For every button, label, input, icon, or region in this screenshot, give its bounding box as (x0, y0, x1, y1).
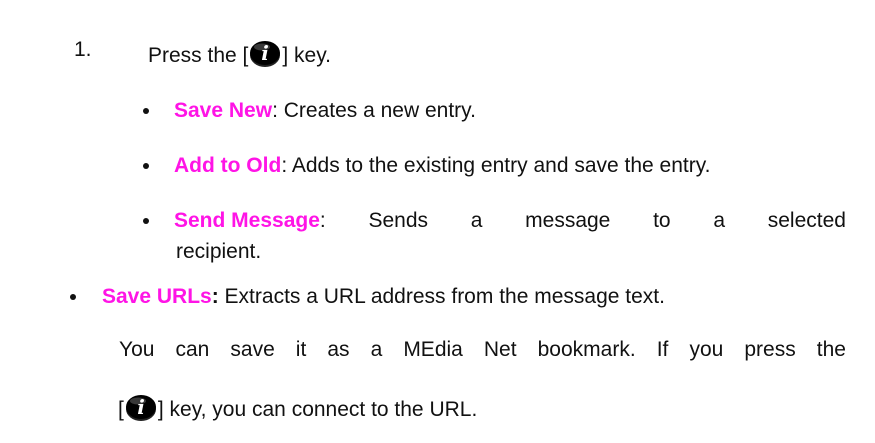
option-send-message: Send Message: Sends a message to a selec… (174, 209, 846, 233)
save-urls-label: Save URLs (102, 285, 212, 308)
word: You (119, 338, 155, 361)
word: you (689, 338, 724, 361)
word: bookmark. (537, 338, 636, 361)
word: If (656, 338, 669, 361)
word: selected (767, 209, 846, 232)
word: it (295, 338, 307, 361)
word: message (525, 209, 611, 232)
step-text-before: Press the [ (148, 44, 249, 67)
save-urls-line2: You can save it as a MEdia Net bookmark.… (119, 338, 846, 362)
word: can (175, 338, 210, 361)
word: the (816, 338, 846, 361)
bullet-save-new (143, 108, 149, 114)
save-urls-text: Extracts a URL address from the message … (218, 285, 665, 308)
option-desc-add-to-old: : Adds to the existing entry and save th… (281, 154, 711, 177)
step-text-after: ] key. (282, 44, 332, 67)
option-save-new: Save New: Creates a new entry. (174, 99, 476, 123)
word: Sends (368, 209, 429, 232)
option-label-send-message: Send Message (174, 209, 320, 232)
save-urls-line3: [ i ] key, you can connect to the URL. (118, 392, 477, 422)
word: : (319, 209, 326, 232)
bullet-add-to-old (143, 163, 149, 169)
option-label-add-to-old: Add to Old (174, 154, 282, 177)
option-send-message-first: Send Message: (174, 209, 326, 233)
svg-text:i: i (262, 41, 270, 65)
step-number: 1. (74, 38, 92, 61)
option-add-to-old: Add to Old: Adds to the existing entry a… (174, 154, 711, 178)
bullet-save-urls (70, 294, 76, 300)
bullet-send-message (143, 218, 149, 224)
word: MEdia (403, 338, 463, 361)
option-send-message-continuation: recipient. (176, 240, 262, 263)
save-urls-line3-after: ] key, you can connect to the URL. (157, 398, 478, 421)
info-i-key-icon: i (248, 38, 282, 68)
word: as (327, 338, 350, 361)
step-text: Press the [ i ] key. (148, 38, 331, 68)
option-desc-save-new: : Creates a new entry. (272, 99, 476, 122)
word: a (713, 209, 725, 232)
option-label-save-new: Save New (174, 99, 273, 122)
svg-text:i: i (137, 395, 145, 419)
info-i-key-icon: i (124, 392, 158, 422)
word: press (744, 338, 796, 361)
save-urls-line: Save URLs: Extracts a URL address from t… (102, 285, 665, 309)
word: a (470, 209, 483, 232)
word: Net (483, 338, 517, 361)
save-urls-colon: : (211, 285, 219, 308)
word: a (370, 338, 383, 361)
word: to (653, 209, 671, 232)
word: save (230, 338, 275, 361)
